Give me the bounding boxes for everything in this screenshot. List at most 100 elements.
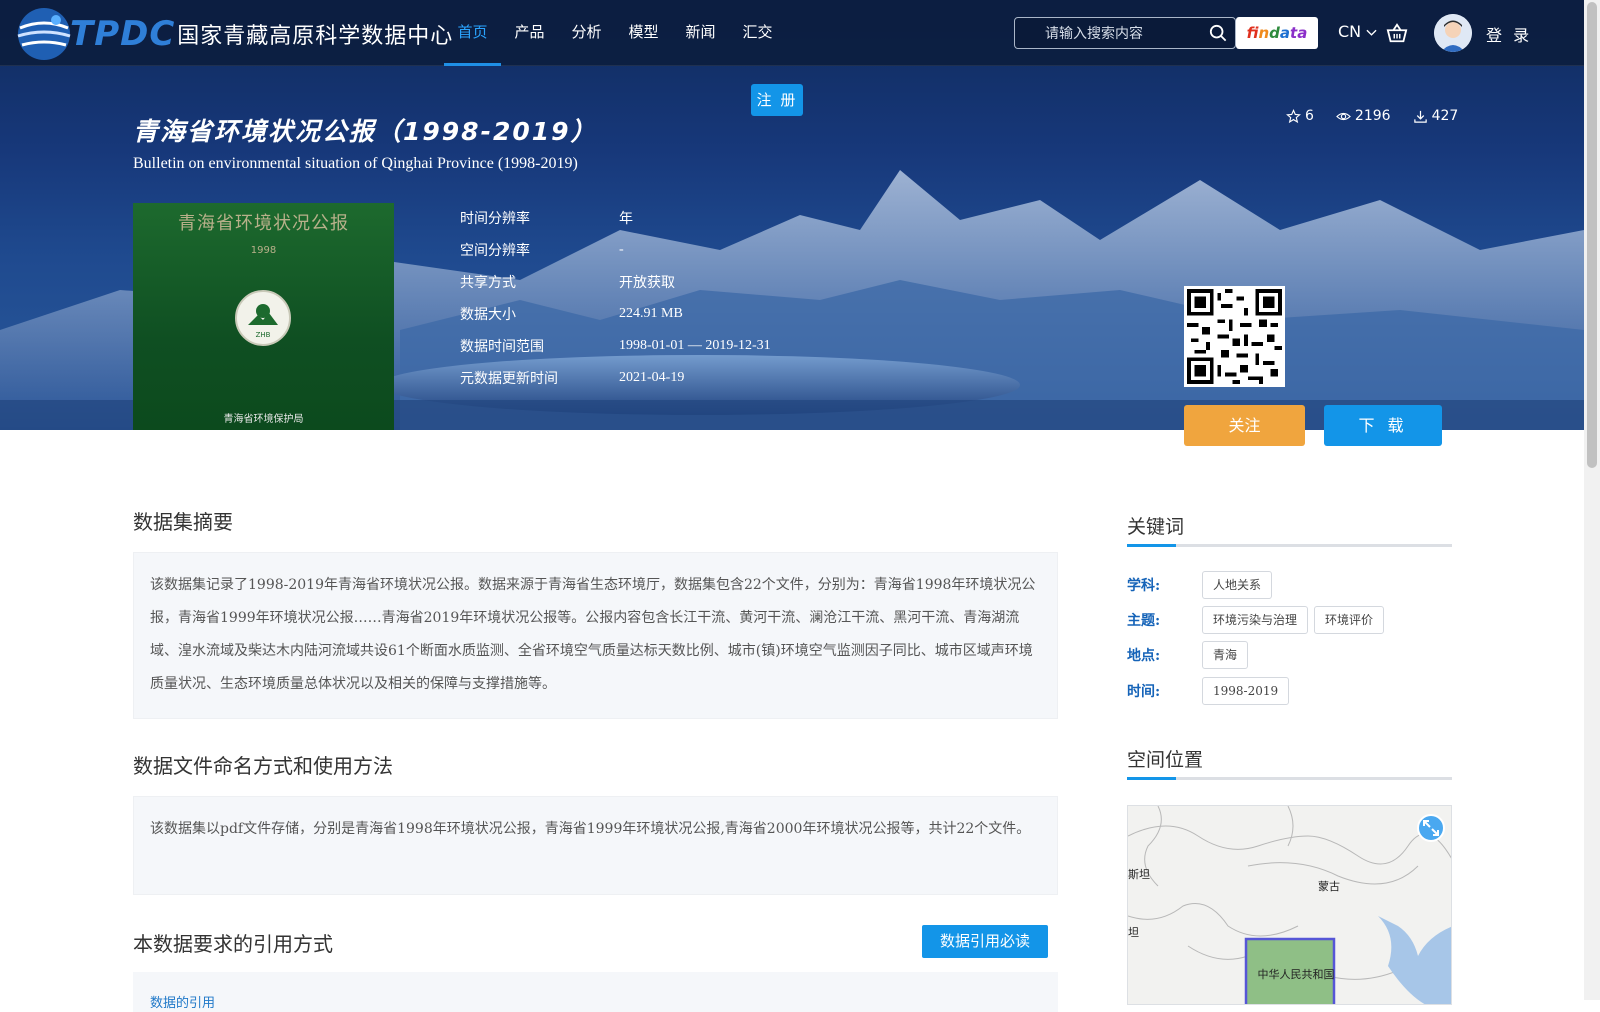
user-avatar[interactable] bbox=[1434, 14, 1472, 52]
map-label-kazakh: 斯坦 bbox=[1128, 867, 1150, 881]
keyword-label: 主题: bbox=[1127, 613, 1161, 629]
map-label-china: 中华人民共和国 bbox=[1258, 967, 1335, 981]
location-divider bbox=[1127, 777, 1452, 780]
avatar-icon bbox=[1434, 14, 1472, 52]
dataset-metadata: 时间分辨率 年 空间分辨率 - 共享方式 开放获取 数据大小 224.91 MB… bbox=[460, 202, 771, 394]
meta-row: 空间分辨率 - bbox=[460, 234, 771, 266]
search-icon[interactable] bbox=[1209, 24, 1227, 42]
meta-key: 时间分辨率 bbox=[460, 211, 530, 227]
top-navbar: TPDC 国家青藏高原科学数据中心 首页 产品 分析 模型 新闻 汇交 find… bbox=[0, 0, 1584, 66]
download-count: 427 bbox=[1413, 108, 1459, 124]
expand-icon bbox=[1423, 820, 1439, 836]
abstract-text: 该数据集记录了1998-2019年青海省环境状况公报。数据来源于青海省生态环境厅… bbox=[150, 577, 1036, 692]
citation-link[interactable]: 数据的引用 bbox=[150, 992, 215, 1011]
search-input[interactable] bbox=[1015, 18, 1195, 48]
keyword-tag[interactable]: 1998-2019 bbox=[1202, 677, 1290, 705]
file-naming-text: 该数据集以pdf文件存储，分别是青海省1998年环境状况公报，青海省1999年环… bbox=[150, 821, 1031, 837]
page-scrollbar[interactable] bbox=[1584, 0, 1600, 1000]
fullscreen-toggle[interactable] bbox=[1417, 814, 1445, 842]
view-count-value: 2196 bbox=[1354, 108, 1391, 124]
download-button[interactable]: 下 载 bbox=[1324, 405, 1442, 446]
search-box bbox=[1014, 17, 1236, 49]
citation-box bbox=[133, 972, 1058, 1012]
dataset-stats: 6 2196 427 bbox=[1286, 108, 1458, 124]
view-count: 2196 bbox=[1336, 108, 1391, 124]
keyword-tag[interactable]: 人地关系 bbox=[1202, 571, 1273, 599]
meta-value: 年 bbox=[619, 212, 633, 227]
keyword-label: 时间: bbox=[1127, 684, 1161, 700]
star-count: 6 bbox=[1286, 108, 1314, 124]
keyword-row-theme: 主题: 环境污染与治理 环境评价 bbox=[1127, 606, 1390, 634]
download-count-value: 427 bbox=[1431, 108, 1459, 124]
meta-key: 数据大小 bbox=[460, 307, 516, 323]
keyword-label: 地点: bbox=[1127, 648, 1161, 664]
meta-value: 224.91 MB bbox=[619, 306, 683, 321]
dataset-title-cn: 青海省环境状况公报（1998-2019） bbox=[133, 117, 598, 146]
map-canvas: 斯坦 蒙古 坦 中华人民共和国 bbox=[1128, 806, 1451, 1004]
keyword-label: 学科: bbox=[1127, 578, 1161, 594]
meta-value: 2021-04-19 bbox=[619, 370, 685, 385]
keywords-divider bbox=[1127, 544, 1452, 547]
keyword-row-place: 地点: 青海 bbox=[1127, 641, 1254, 669]
dataset-cover-image: 青海省环境状况公报 1998 ZHB 青海省环境保护局 bbox=[133, 203, 394, 430]
meta-row: 共享方式 开放获取 bbox=[460, 266, 771, 298]
location-heading: 空间位置 bbox=[1127, 749, 1204, 771]
nav-item-analysis[interactable]: 分析 bbox=[558, 0, 615, 66]
dataset-title-en: Bulletin on environmental situation of Q… bbox=[133, 155, 578, 172]
logo-abbreviation: TPDC bbox=[70, 14, 176, 54]
meta-key: 元数据更新时间 bbox=[460, 371, 558, 387]
nav-item-models[interactable]: 模型 bbox=[615, 0, 672, 66]
findata-button[interactable]: findata findata bbox=[1236, 17, 1318, 49]
meta-key: 共享方式 bbox=[460, 275, 516, 291]
meta-key: 空间分辨率 bbox=[460, 243, 530, 259]
map-label-kyrgyz: 坦 bbox=[1128, 925, 1139, 939]
emblem-text: ZHB bbox=[256, 331, 271, 339]
meta-row: 时间分辨率 年 bbox=[460, 202, 771, 234]
environmental-emblem-icon: ZHB bbox=[235, 290, 291, 346]
star-count-value: 6 bbox=[1305, 108, 1314, 124]
meta-value: - bbox=[619, 242, 624, 257]
cover-year: 1998 bbox=[250, 245, 277, 256]
shopping-basket-icon[interactable] bbox=[1386, 22, 1408, 44]
citation-heading: 本数据要求的引用方式 bbox=[133, 932, 333, 956]
language-switcher[interactable]: CN bbox=[1338, 22, 1377, 41]
download-icon bbox=[1413, 110, 1427, 123]
nav-item-home[interactable]: 首页 bbox=[444, 0, 501, 66]
meta-value: 开放获取 bbox=[619, 276, 675, 291]
keyword-row-subject: 学科: 人地关系 bbox=[1127, 571, 1278, 599]
keyword-tag[interactable]: 环境污染与治理 bbox=[1202, 606, 1309, 634]
chevron-down-icon bbox=[1366, 29, 1377, 36]
map-label-mongolia: 蒙古 bbox=[1318, 880, 1340, 893]
location-map[interactable]: 斯坦 蒙古 坦 中华人民共和国 bbox=[1127, 805, 1452, 1005]
cover-publisher: 青海省环境保护局 bbox=[223, 414, 304, 425]
keyword-tag[interactable]: 青海 bbox=[1202, 641, 1249, 669]
file-naming-heading: 数据文件命名方式和使用方法 bbox=[133, 754, 393, 778]
meta-row: 数据时间范围 1998-01-01 — 2019-12-31 bbox=[460, 330, 771, 362]
nav-item-submit[interactable]: 汇交 bbox=[729, 0, 786, 66]
keyword-tag[interactable]: 环境评价 bbox=[1314, 606, 1385, 634]
meta-row: 元数据更新时间 2021-04-19 bbox=[460, 362, 771, 394]
language-label: CN bbox=[1338, 22, 1362, 41]
file-naming-box: 该数据集以pdf文件存储，分别是青海省1998年环境状况公报，青海省1999年环… bbox=[133, 796, 1058, 895]
logo-site-name: 国家青藏高原科学数据中心 bbox=[177, 24, 454, 49]
globe-logo-icon bbox=[17, 8, 71, 60]
abstract-heading: 数据集摘要 bbox=[133, 510, 233, 534]
follow-button[interactable]: 关注 bbox=[1184, 405, 1305, 446]
meta-row: 数据大小 224.91 MB bbox=[460, 298, 771, 330]
nav-item-news[interactable]: 新闻 bbox=[672, 0, 729, 66]
login-link[interactable]: 登 录 bbox=[1486, 22, 1532, 46]
register-button[interactable]: 注 册 bbox=[751, 84, 803, 116]
cover-title: 青海省环境状况公报 bbox=[178, 213, 349, 234]
meta-value: 1998-01-01 — 2019-12-31 bbox=[619, 338, 771, 353]
site-logo[interactable]: TPDC 国家青藏高原科学数据中心 bbox=[14, 4, 453, 64]
abstract-box: 该数据集记录了1998-2019年青海省环境状况公报。数据来源于青海省生态环境厅… bbox=[133, 552, 1058, 719]
qr-code bbox=[1184, 286, 1285, 387]
scrollbar-thumb[interactable] bbox=[1587, 2, 1597, 468]
keywords-heading: 关键词 bbox=[1127, 516, 1185, 538]
nav-item-products[interactable]: 产品 bbox=[501, 0, 558, 66]
star-icon bbox=[1286, 108, 1301, 123]
meta-key: 数据时间范围 bbox=[460, 339, 544, 355]
eye-icon bbox=[1336, 112, 1351, 120]
citation-guide-button[interactable]: 数据引用必读 bbox=[922, 925, 1048, 958]
keyword-row-time: 时间: 1998-2019 bbox=[1127, 677, 1295, 705]
